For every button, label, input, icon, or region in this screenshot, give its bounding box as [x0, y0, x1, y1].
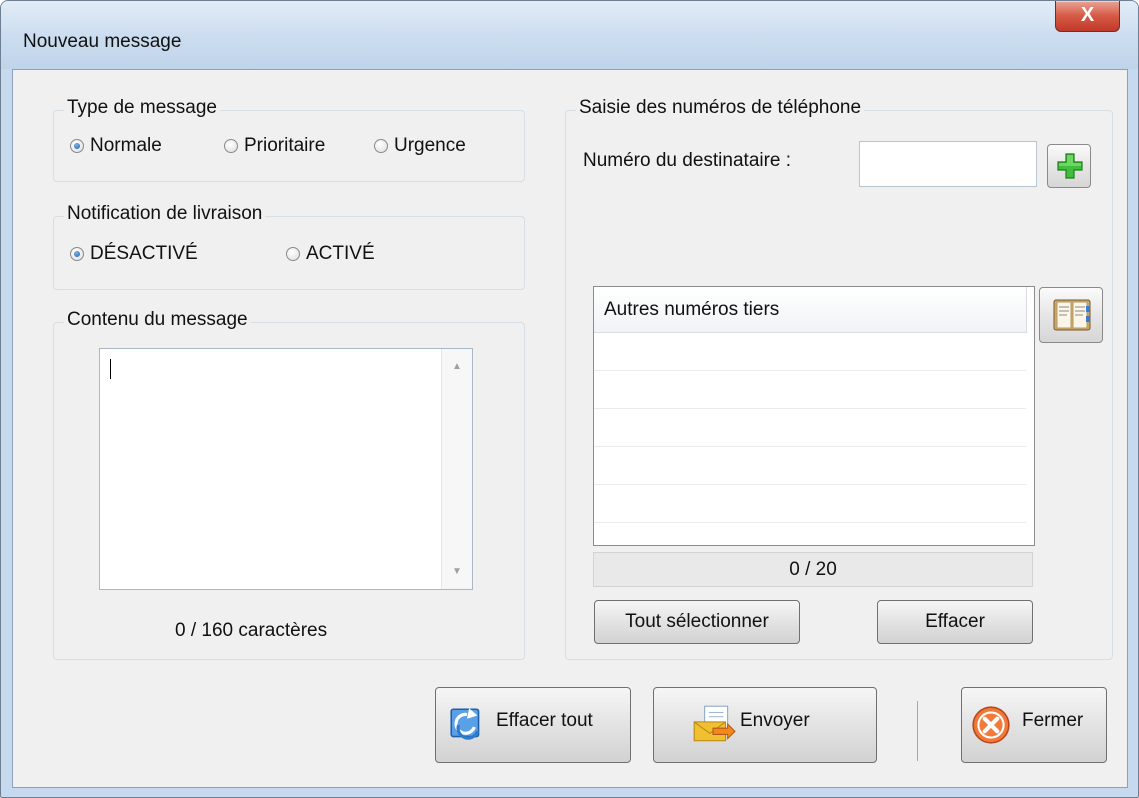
list-row[interactable] — [594, 409, 1026, 447]
phone-numbers-legend: Saisie des numéros de téléphone — [576, 97, 865, 119]
delivery-notification-group: Notification de livraison DÉSACTIVÉ ACTI… — [53, 203, 525, 290]
green-plus-icon — [1057, 153, 1083, 179]
radio-desactive[interactable]: DÉSACTIVÉ — [70, 243, 198, 265]
radio-urgence[interactable]: Urgence — [374, 135, 466, 157]
list-row[interactable] — [594, 371, 1026, 409]
dialog-client-area: Type de message Normale Prioritaire Urge… — [12, 69, 1128, 788]
list-column-header[interactable]: Autres numéros tiers — [594, 287, 1027, 333]
address-book-button[interactable] — [1039, 287, 1103, 343]
orange-x-icon — [972, 706, 1010, 744]
refresh-icon — [450, 708, 480, 740]
other-numbers-list[interactable]: Autres numéros tiers — [593, 286, 1035, 546]
clear-all-label: Effacer tout — [496, 710, 593, 731]
close-label: Fermer — [1022, 710, 1084, 731]
message-type-group: Type de message Normale Prioritaire Urge… — [53, 97, 525, 182]
footer-separator — [917, 701, 918, 761]
numbers-count: 0 / 20 — [593, 552, 1033, 587]
message-type-legend: Type de message — [64, 97, 220, 119]
title-bar: Nouveau message X — [1, 1, 1138, 69]
scroll-up-arrow-icon[interactable]: ▲ — [442, 361, 472, 372]
delivery-notification-legend: Notification de livraison — [64, 203, 266, 225]
recipient-label: Numéro du destinataire : — [583, 150, 792, 171]
list-row[interactable] — [594, 485, 1026, 523]
radio-dot[interactable] — [70, 247, 84, 261]
radio-dot[interactable] — [224, 139, 238, 153]
send-mail-icon — [693, 705, 736, 742]
radio-dot[interactable] — [374, 139, 388, 153]
window-title: Nouveau message — [23, 31, 182, 52]
message-textarea[interactable]: ▲ ▼ — [99, 348, 473, 590]
clear-all-button[interactable]: Effacer tout — [435, 687, 631, 763]
clear-numbers-button[interactable]: Effacer — [877, 600, 1033, 644]
radio-dot[interactable] — [286, 247, 300, 261]
list-row[interactable] — [594, 447, 1026, 485]
dialog-window: Nouveau message X Type de message Normal… — [0, 0, 1139, 798]
message-content-legend: Contenu du message — [64, 309, 251, 331]
add-number-button[interactable] — [1047, 144, 1091, 188]
radio-prioritaire-label: Prioritaire — [244, 135, 326, 156]
radio-active[interactable]: ACTIVÉ — [286, 243, 375, 265]
radio-prioritaire[interactable]: Prioritaire — [224, 135, 325, 157]
close-button[interactable]: Fermer — [961, 687, 1107, 763]
radio-normale[interactable]: Normale — [70, 135, 162, 157]
textarea-scrollbar[interactable]: ▲ ▼ — [441, 349, 472, 589]
char-counter: 0 / 160 caractères — [175, 620, 328, 641]
window-close-button[interactable]: X — [1055, 1, 1120, 32]
radio-desactive-label: DÉSACTIVÉ — [90, 243, 198, 264]
select-all-button[interactable]: Tout sélectionner — [594, 600, 800, 644]
scroll-down-arrow-icon[interactable]: ▼ — [442, 566, 472, 577]
radio-dot[interactable] — [70, 139, 84, 153]
radio-active-label: ACTIVÉ — [306, 243, 375, 264]
address-book-icon — [1053, 299, 1091, 331]
send-button[interactable]: Envoyer — [653, 687, 877, 763]
list-row[interactable] — [594, 333, 1026, 371]
recipient-input[interactable] — [859, 141, 1037, 187]
radio-normale-label: Normale — [90, 135, 162, 156]
send-label: Envoyer — [740, 710, 810, 731]
radio-urgence-label: Urgence — [394, 135, 466, 156]
list-column-header-label: Autres numéros tiers — [604, 299, 780, 320]
text-caret — [110, 359, 111, 379]
